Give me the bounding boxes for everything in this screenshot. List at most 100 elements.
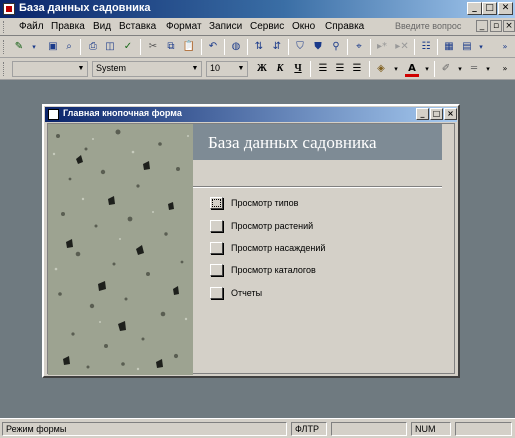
mdi-minimize-icon[interactable]: _ (476, 20, 488, 32)
fill-color-dropdown-icon[interactable]: ▾ (389, 62, 403, 76)
switchboard-button-5[interactable] (210, 287, 223, 299)
line-width-dropdown-icon[interactable]: ▾ (481, 62, 495, 76)
form-close-button[interactable]: × (444, 108, 457, 120)
mdi-restore-icon[interactable]: ▫ (490, 20, 502, 32)
menu-grip-icon[interactable] (3, 21, 6, 33)
apply-filter-icon[interactable]: ⚲ (329, 40, 343, 54)
switchboard-button-3[interactable] (210, 242, 223, 254)
search-db-icon[interactable]: ⌕ (62, 40, 76, 54)
size-combo[interactable]: 10 ▼ (206, 61, 248, 77)
mdi-close-icon[interactable]: × (503, 20, 515, 32)
properties-icon[interactable]: ☷ (419, 40, 433, 54)
font-color-icon[interactable]: A (405, 62, 419, 77)
form-icon[interactable] (48, 109, 59, 120)
header-divider-highlight (193, 187, 442, 188)
toolbar-separator (414, 39, 415, 55)
app-title: База данных садовника (19, 2, 151, 14)
ask-question-box[interactable]: Введите вопрос (395, 19, 477, 34)
switchboard-label-5[interactable]: Отчеты (231, 288, 262, 298)
print-preview-icon[interactable]: ◫ (103, 40, 117, 54)
delete-record-icon[interactable]: ▸✕ (395, 40, 409, 54)
switchboard-button-1[interactable] (210, 197, 223, 209)
line-width-icon[interactable]: ═ (467, 62, 481, 76)
status-blank-2 (455, 422, 512, 436)
toolbar-separator (201, 39, 202, 55)
database-window-icon[interactable]: ▦ (442, 40, 456, 54)
sort-descending-icon[interactable]: ⇵ (270, 40, 284, 54)
toolbar-options-icon[interactable]: » (498, 62, 512, 76)
formatting-toolbar: ▼ System ▼ 10 ▼ Ж К Ч ☰ ☰ ☰ ◈ ▾ A ▾ ✐ ▾ … (0, 58, 515, 80)
find-icon[interactable]: ⌖ (352, 40, 366, 54)
spelling-icon[interactable]: ✓ (121, 40, 135, 54)
menu-format[interactable]: Формат (166, 21, 202, 32)
toolbar-separator (370, 39, 371, 55)
font-color-dropdown-icon[interactable]: ▾ (420, 62, 434, 76)
toolbar-grip-icon[interactable] (3, 40, 6, 54)
app-title-bar[interactable]: База данных садовника _ □ ✕ (0, 0, 515, 18)
fill-color-icon[interactable]: ◈ (374, 62, 388, 76)
align-left-icon[interactable]: ☰ (316, 62, 330, 76)
status-blank-1 (331, 422, 407, 436)
save-icon[interactable]: ▣ (46, 40, 60, 54)
toolbar-separator (434, 61, 435, 77)
menu-window[interactable]: Окно (292, 21, 315, 32)
toolbar-grip-icon[interactable] (3, 62, 6, 76)
sort-ascending-icon[interactable]: ⇅ (252, 40, 266, 54)
menu-edit[interactable]: Правка (51, 21, 85, 32)
hyperlink-icon[interactable]: ◍ (229, 40, 243, 54)
toolbar-separator (224, 39, 225, 55)
chevron-down-icon[interactable]: ▼ (189, 62, 201, 76)
status-num-indicator: NUM (411, 422, 451, 436)
toolbar-options-icon[interactable]: » (498, 40, 512, 54)
filter-by-form-icon[interactable]: ⛊ (311, 40, 325, 54)
menu-file[interactable]: Файл (19, 21, 44, 32)
underline-button[interactable]: Ч (290, 61, 306, 77)
switchboard-label-1[interactable]: Просмотр типов (231, 198, 298, 208)
switchboard-button-2[interactable] (210, 220, 223, 232)
menu-insert[interactable]: Вставка (119, 21, 156, 32)
view-dropdown-icon[interactable]: ▾ (27, 40, 41, 54)
toolbar-separator (140, 39, 141, 55)
undo-icon[interactable]: ↶ (206, 40, 220, 54)
print-icon[interactable]: ⎙ (86, 40, 100, 54)
new-object-dropdown-icon[interactable]: ▾ (474, 40, 488, 54)
menu-view[interactable]: Вид (93, 21, 111, 32)
switchboard-label-4[interactable]: Просмотр каталогов (231, 265, 316, 275)
chevron-down-icon[interactable]: ▼ (235, 62, 247, 76)
toolbar-separator (247, 39, 248, 55)
form-maximize-button[interactable]: □ (430, 108, 443, 120)
switchboard-button-4[interactable] (210, 264, 223, 276)
minimize-button[interactable]: _ (467, 2, 482, 15)
align-right-icon[interactable]: ☰ (350, 62, 364, 76)
new-object-icon[interactable]: ▤ (460, 40, 474, 54)
toolbar-separator (437, 39, 438, 55)
switchboard-label-3[interactable]: Просмотр насаждений (231, 243, 325, 253)
menu-records[interactable]: Записи (209, 21, 242, 32)
bold-button[interactable]: Ж (254, 61, 270, 77)
design-view-icon[interactable]: ✎ (12, 40, 26, 54)
menu-tools[interactable]: Сервис (250, 21, 284, 32)
object-combo[interactable]: ▼ (12, 61, 88, 77)
toolbar-separator (288, 39, 289, 55)
menu-help[interactable]: Справка (325, 21, 364, 32)
align-center-icon[interactable]: ☰ (333, 62, 347, 76)
access-app-icon[interactable] (3, 3, 15, 15)
toolbar-separator (310, 61, 311, 77)
copy-icon[interactable]: ⧉ (164, 40, 178, 54)
new-record-icon[interactable]: ▸* (375, 40, 389, 54)
close-button[interactable]: ✕ (498, 2, 513, 15)
switchboard-form-window[interactable]: Главная кнопочная форма _ □ × База данны… (42, 104, 460, 378)
italic-button[interactable]: К (272, 61, 288, 77)
font-combo[interactable]: System ▼ (92, 61, 202, 77)
switchboard-title-bar[interactable]: Главная кнопочная форма _ □ × (45, 107, 457, 122)
cut-icon[interactable]: ✂ (146, 40, 160, 54)
filter-by-selection-icon[interactable]: ⛉ (293, 40, 307, 54)
chevron-down-icon[interactable]: ▼ (75, 62, 87, 76)
status-mode: Режим формы (2, 422, 287, 436)
switchboard-label-2[interactable]: Просмотр растений (231, 221, 313, 231)
form-minimize-button[interactable]: _ (416, 108, 429, 120)
line-color-icon[interactable]: ✐ (439, 62, 453, 76)
line-color-dropdown-icon[interactable]: ▾ (453, 62, 467, 76)
paste-icon[interactable]: 📋 (182, 40, 196, 54)
maximize-button[interactable]: □ (482, 2, 497, 15)
